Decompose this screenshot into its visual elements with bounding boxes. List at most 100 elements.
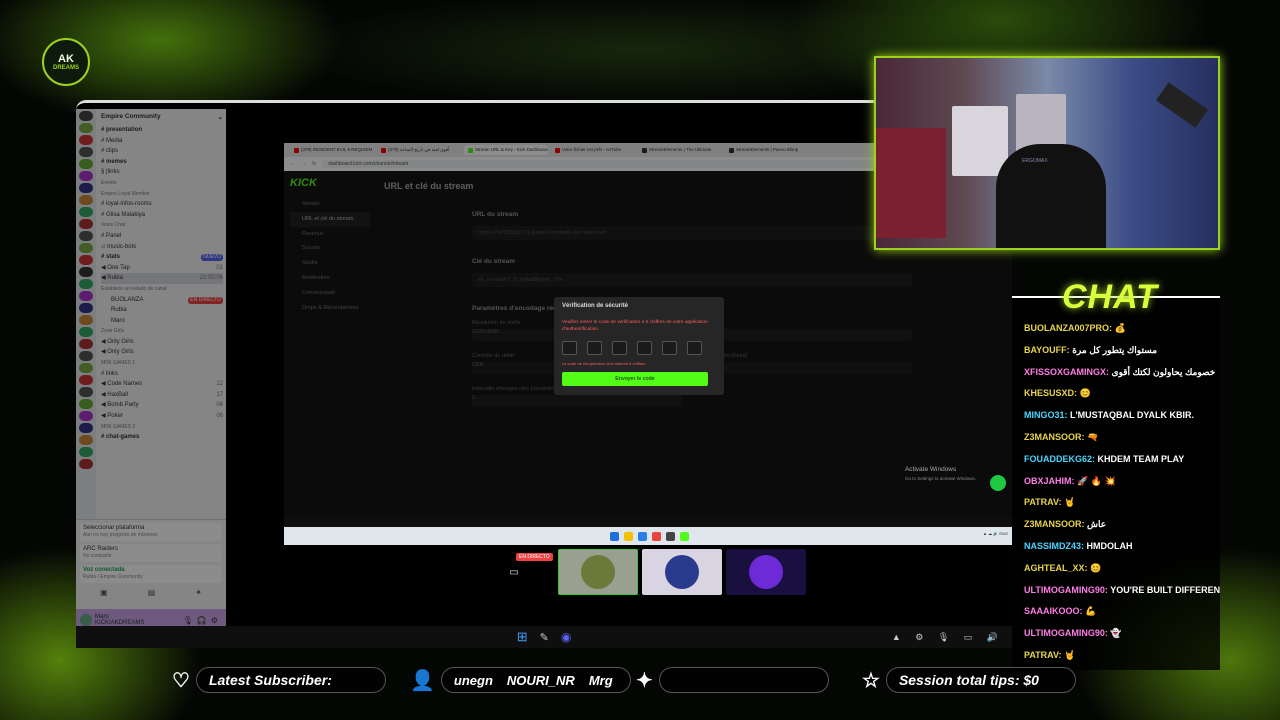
server-icon[interactable]	[79, 267, 93, 277]
channel-item[interactable]: ♫ music-bots	[101, 242, 223, 253]
code-digit-input[interactable]	[662, 341, 677, 355]
edge-icon[interactable]	[637, 531, 647, 541]
server-icon[interactable]	[79, 219, 93, 229]
preview-avatar[interactable]	[726, 549, 806, 595]
browser-tab[interactable]: (378) RESIDENT EVIL 9 REQUIEM	[290, 145, 374, 155]
channel-item[interactable]: ◀ Code Names 12	[101, 379, 223, 390]
server-icon[interactable]	[79, 195, 93, 205]
headset-icon[interactable]: 🎧	[197, 616, 211, 625]
server-icon[interactable]	[79, 459, 93, 469]
channel-item[interactable]: # links	[101, 369, 223, 380]
channel-item[interactable]: # Panel	[101, 231, 223, 242]
send-code-button[interactable]: Envoyer le code	[562, 372, 708, 386]
obs-icon[interactable]	[665, 531, 675, 541]
kick-nav-item[interactable]: Modération	[290, 271, 370, 286]
channel-item[interactable]: # presentation	[101, 125, 223, 136]
chat-bubble-icon[interactable]	[990, 475, 1006, 491]
server-icon[interactable]	[79, 303, 93, 313]
server-icon[interactable]	[79, 123, 93, 133]
channel-item[interactable]: ◀ Only Girls	[101, 347, 223, 358]
server-icon[interactable]	[79, 255, 93, 265]
preview-avatar[interactable]	[558, 549, 638, 595]
browser-tab[interactable]: (378) أقوى لعبة في تاريخ الساحة	[377, 145, 461, 155]
browser-tab[interactable]: Stream URL & Key - Kick Dashboard	[464, 145, 548, 155]
browser-tab[interactable]: Votre fichier est prêt - noTube	[551, 145, 635, 155]
screen-share-icon[interactable]: ▤	[148, 588, 156, 597]
server-icon[interactable]	[79, 171, 93, 181]
windows-start-icon[interactable]: ⊞	[517, 629, 528, 645]
server-icon[interactable]	[79, 435, 93, 445]
keyframe-field[interactable]: 2	[472, 395, 682, 407]
camera-icon[interactable]: ▣	[100, 588, 108, 597]
game-activity-card[interactable]: ARC Raiders No compartir	[80, 544, 222, 562]
server-icon[interactable]	[79, 447, 93, 457]
server-icon[interactable]	[79, 327, 93, 337]
server-icon[interactable]	[79, 111, 93, 121]
channel-item[interactable]: ◀ Bomb Party 06	[101, 400, 223, 411]
code-digit-input[interactable]	[687, 341, 702, 355]
channel-category[interactable]: MINI GAMES 2	[101, 422, 223, 433]
browser-tab[interactable]: StreamElements | Paeso Blimp	[725, 145, 809, 155]
channel-item[interactable]: ◀ One Tap 01	[101, 263, 223, 274]
server-icon[interactable]	[79, 159, 93, 169]
url-input[interactable]: dashboard.kick.com/channel/stream	[322, 160, 883, 168]
channel-item[interactable]: # memes	[101, 157, 223, 168]
server-icon[interactable]	[79, 291, 93, 301]
kick-logo[interactable]: KICK	[290, 177, 370, 189]
back-icon[interactable]: ←	[290, 161, 295, 167]
voice-user[interactable]: BUOLANZA EN DIRECTO	[101, 295, 223, 306]
server-icon[interactable]	[79, 399, 93, 409]
channel-item[interactable]: § |links	[101, 167, 223, 178]
channel-item[interactable]: ◀ Poker 06	[101, 411, 223, 422]
server-icon[interactable]	[79, 387, 93, 397]
code-digit-input[interactable]	[612, 341, 627, 355]
server-icon[interactable]	[79, 315, 93, 325]
channel-category[interactable]: Establece un estado de canal	[101, 284, 223, 295]
file-explorer-icon[interactable]	[623, 531, 633, 541]
server-icon[interactable]	[79, 423, 93, 433]
app-icon[interactable]: ✎	[540, 631, 549, 644]
browser-tab[interactable]: StreamElements | The Ultimate	[638, 145, 722, 155]
kick-nav-item[interactable]: Succès	[290, 241, 370, 256]
server-icon[interactable]	[79, 363, 93, 373]
mic-icon[interactable]: 🎙	[183, 616, 197, 625]
server-icon[interactable]	[79, 351, 93, 361]
channel-item[interactable]: ◀ Rubia 23:00:06	[101, 273, 223, 284]
server-icon[interactable]	[79, 375, 93, 385]
channel-item[interactable]: # stats NUEVO	[101, 252, 223, 263]
platform-card[interactable]: Seleccionar plataforma Aún no hay progre…	[80, 523, 222, 541]
channel-item[interactable]: # Media	[101, 136, 223, 147]
server-icon[interactable]	[79, 207, 93, 217]
server-name[interactable]: Empire Community ⌄	[101, 111, 223, 125]
channel-item[interactable]: ◀ HaxBall 17	[101, 390, 223, 401]
reload-icon[interactable]: ↻	[312, 161, 316, 167]
kick-nav-item[interactable]: Studio	[290, 256, 370, 271]
server-icon[interactable]	[79, 231, 93, 241]
channel-category[interactable]: Voice Chat	[101, 220, 223, 231]
windows-start-icon[interactable]	[609, 531, 619, 541]
channel-category[interactable]: Events	[101, 178, 223, 189]
live-preview[interactable]: EN DIRECTO ▭	[474, 549, 554, 595]
kick-nav-item[interactable]: Revenus	[290, 227, 370, 242]
system-tray[interactable]: ▲ ☁ 🔊 ENG	[983, 531, 1008, 536]
kick-nav-item[interactable]: Communauté	[290, 286, 370, 301]
channel-item[interactable]: # clips	[101, 146, 223, 157]
voice-connected-card[interactable]: Voz conectada Rubia / Empire Community	[80, 565, 222, 583]
server-icon[interactable]	[79, 411, 93, 421]
code-digit-input[interactable]	[562, 341, 577, 355]
images-field[interactable]	[702, 329, 912, 341]
server-icon[interactable]	[79, 339, 93, 349]
channel-category[interactable]: Empire Loyal Member	[101, 189, 223, 200]
kick-nav-item[interactable]: Stream	[290, 197, 370, 212]
server-icon[interactable]	[79, 243, 93, 253]
code-digit-input[interactable]	[637, 341, 652, 355]
activity-icon[interactable]: ✦	[195, 588, 202, 597]
stream-key-field[interactable]: sk_us-west-2_0_yolkaBlhgvlh_7ch	[472, 273, 912, 287]
preview-avatar[interactable]	[642, 549, 722, 595]
kick-nav-item[interactable]: Drops & Récompenses	[290, 301, 370, 316]
voice-user[interactable]: Maro	[101, 316, 223, 327]
channel-item[interactable]: # Glisa Malakiya	[101, 210, 223, 221]
server-icon[interactable]	[79, 147, 93, 157]
server-icon[interactable]	[79, 135, 93, 145]
forward-icon[interactable]: →	[301, 161, 306, 167]
